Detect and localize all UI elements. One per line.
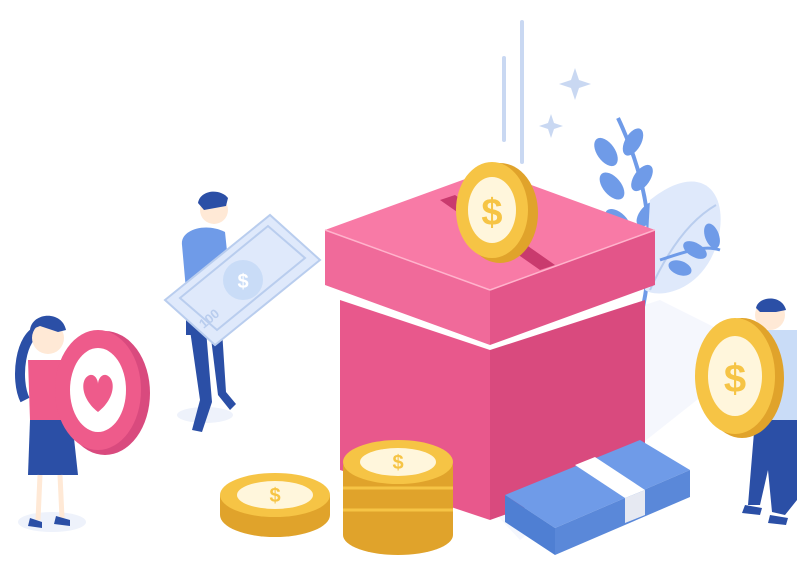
person-with-heart-coin (15, 315, 150, 528)
coin-stack-small: $ (220, 473, 330, 537)
coin-symbol-text: $ (392, 452, 403, 474)
person-with-coin: $ (695, 298, 797, 525)
coin-symbol-text: $ (724, 357, 746, 401)
coin-stack-tall: $ (343, 440, 453, 555)
coin-symbol-text: $ (269, 485, 280, 507)
donation-illustration: $ $ $ $ 100 $ (15, 20, 797, 555)
person-with-banknote: $ 100 (163, 191, 322, 432)
banknote-symbol-text: $ (237, 271, 248, 293)
coin-symbol-text: $ (481, 192, 502, 234)
falling-lines (502, 20, 524, 164)
sparkle-icon (539, 68, 591, 138)
dollar-coin-icon: $ (695, 318, 784, 438)
